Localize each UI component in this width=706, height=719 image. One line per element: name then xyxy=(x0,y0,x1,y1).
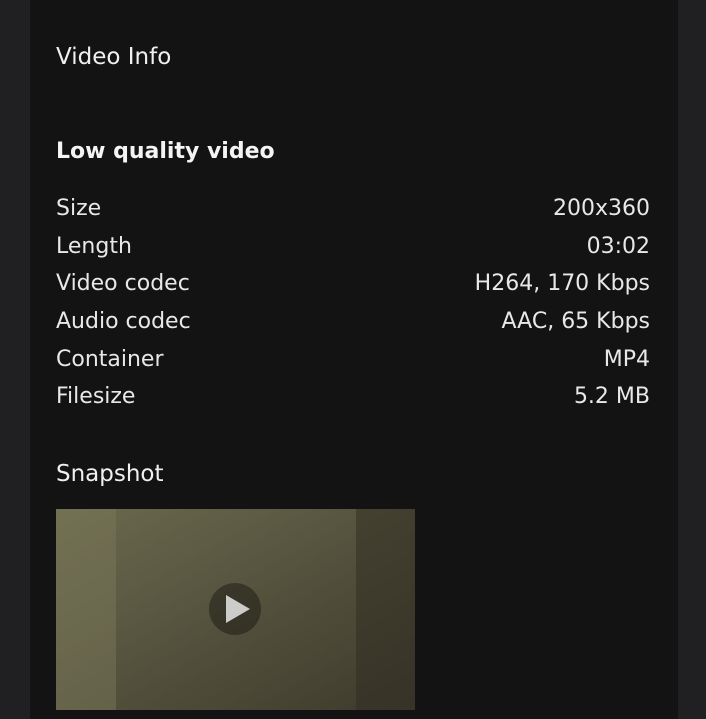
snapshot-title: Snapshot xyxy=(56,461,164,487)
quality-heading: Low quality video xyxy=(56,139,275,164)
info-row-video-codec: Video codec H264, 170 Kbps xyxy=(56,265,650,303)
info-label: Container xyxy=(56,346,164,372)
info-label: Filesize xyxy=(56,384,136,410)
video-info-title: Video Info xyxy=(56,44,172,70)
info-value: 03:02 xyxy=(586,233,650,259)
info-row-audio-codec: Audio codec AAC, 65 Kbps xyxy=(56,303,650,341)
info-row-size: Size 200x360 xyxy=(56,190,650,228)
info-label: Size xyxy=(56,196,102,222)
info-value: MP4 xyxy=(603,346,650,372)
video-info-list: Size 200x360 Length 03:02 Video codec H2… xyxy=(56,190,650,416)
info-row-filesize: Filesize 5.2 MB xyxy=(56,378,650,416)
info-value: AAC, 65 Kbps xyxy=(501,309,650,335)
info-row-container: Container MP4 xyxy=(56,340,650,378)
info-value: H264, 170 Kbps xyxy=(474,271,650,297)
info-label: Length xyxy=(56,233,132,259)
snapshot-thumbnail[interactable] xyxy=(56,509,415,710)
info-row-length: Length 03:02 xyxy=(56,228,650,266)
info-value: 200x360 xyxy=(552,196,650,222)
info-label: Video codec xyxy=(56,271,190,297)
video-info-panel: Video Info Low quality video Size 200x36… xyxy=(30,0,678,719)
info-value: 5.2 MB xyxy=(573,384,650,410)
info-label: Audio codec xyxy=(56,309,191,335)
snapshot-image-placeholder xyxy=(56,509,415,710)
